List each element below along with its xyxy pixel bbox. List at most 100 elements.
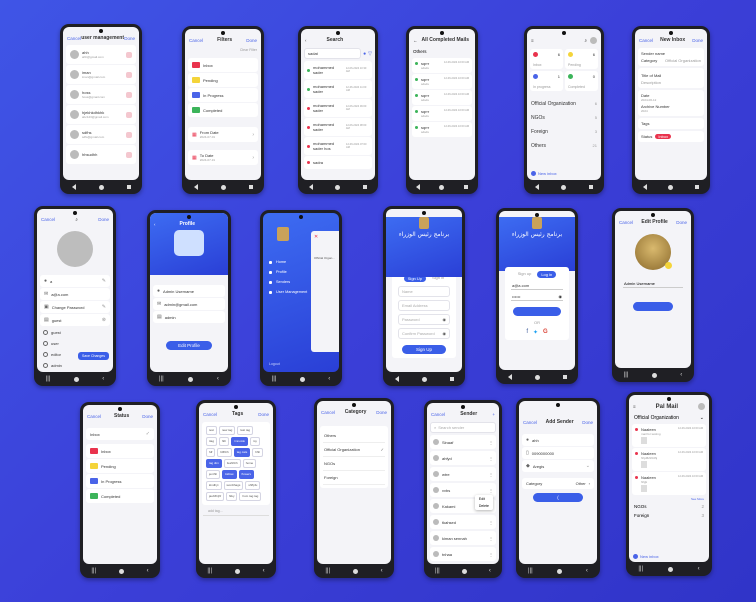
tag-chip[interactable]: shffpfu — [245, 481, 261, 490]
status-option-row[interactable]: In Progress — [86, 474, 154, 488]
home-nav-icon[interactable] — [118, 568, 124, 574]
home-nav-icon[interactable] — [561, 184, 567, 190]
delete-icon[interactable] — [126, 151, 132, 158]
mail-row[interactable]: Naaleen hhjdfkhhfdhj 12-06-2024 10:00 AM — [632, 448, 706, 471]
recents-nav-icon[interactable] — [248, 185, 253, 189]
mail-row[interactable]: sqrrr sdsds 12-06-2024 10:00 AM — [412, 58, 472, 73]
radio-icon[interactable] — [43, 352, 48, 357]
tag-chip[interactable]: home — [242, 459, 257, 468]
back-button[interactable]: ‹ — [305, 38, 307, 43]
edit-menu-item[interactable]: Edit — [479, 497, 489, 501]
search-result-row[interactable]: sadra — [304, 156, 372, 169]
role-option[interactable]: admin — [37, 360, 113, 371]
status-option-row[interactable]: Inbox — [86, 444, 154, 458]
search-result-row[interactable]: mohammed sader 12-06-2024 11:00 AM — [304, 80, 372, 98]
done-button[interactable]: Done — [98, 217, 109, 222]
more-options-icon[interactable]: ⋮ — [489, 440, 493, 445]
tag-chip[interactable]: fdf — [206, 448, 216, 457]
sender-row[interactable]: ahfyd ⋮ — [430, 451, 496, 465]
done-button[interactable]: Done — [142, 414, 153, 419]
delete-icon[interactable] — [126, 91, 132, 98]
status-filter-row[interactable]: In Progress — [188, 88, 258, 102]
avatar[interactable] — [697, 403, 705, 410]
status-tile[interactable]: 6 Inbox — [530, 49, 563, 69]
cancel-button[interactable]: Cancel — [321, 410, 335, 415]
more-options-icon[interactable]: ⋮ — [489, 472, 493, 477]
tag-chip[interactable]: fdfhhh — [217, 448, 232, 457]
home-nav-icon[interactable] — [335, 184, 341, 190]
delete-icon[interactable] — [126, 131, 132, 138]
recents-nav-icon[interactable]: ||| — [272, 376, 277, 382]
search-icon[interactable]: ⌕ — [584, 38, 587, 43]
cancel-button[interactable]: Cancel — [523, 420, 537, 425]
change-password-row[interactable]: ▣ Change Password ✎ — [40, 301, 110, 313]
tag-chip[interactable]: jaubffnjhf — [206, 492, 225, 501]
foreign-row[interactable]: Foreign 3 — [629, 511, 709, 520]
mail-row[interactable]: sqrrr sdsds 12-06-2024 10:00 AM — [412, 90, 472, 105]
clear-filter-button[interactable]: Clear Filter — [185, 46, 261, 54]
edit-profile-button[interactable]: Edit Profile — [166, 341, 212, 350]
cancel-button[interactable]: Cancel — [189, 38, 203, 43]
name-row[interactable]: ● ahh — [522, 434, 594, 446]
menu-icon[interactable]: ≡ — [633, 404, 636, 409]
category-option[interactable]: Others — [323, 429, 385, 443]
back-nav-icon[interactable]: ‹ — [381, 568, 383, 574]
user-row[interactable]: sdfhs sdfs@gmail.com — [66, 125, 136, 144]
cancel-button[interactable]: Cancel — [87, 414, 101, 419]
selected-status-row[interactable]: Inbox ✓ — [86, 428, 154, 440]
role-option[interactable]: guest — [37, 327, 113, 338]
log-in-tab[interactable]: Log in — [537, 271, 557, 278]
back-nav-icon[interactable] — [415, 184, 420, 190]
tag-chip[interactable]: ttag — [206, 437, 218, 446]
recents-nav-icon[interactable]: ||| — [325, 568, 330, 574]
eye-icon[interactable]: ◉ — [443, 317, 447, 322]
avatar[interactable] — [57, 231, 93, 267]
new-inbox-fab[interactable]: New inbox — [633, 554, 659, 559]
recents-nav-icon[interactable] — [126, 185, 131, 189]
user-row[interactable]: hjekhkdhkhk abc123@gmail.com — [66, 105, 136, 124]
back-nav-icon[interactable] — [535, 184, 540, 190]
cancel-button[interactable]: Cancel — [203, 412, 217, 417]
status-tile[interactable]: 1 In progress — [530, 71, 563, 91]
sender-row[interactable]: tkahsed ⋮ — [430, 515, 496, 529]
recents-nav-icon[interactable]: ||| — [528, 568, 533, 574]
status-card[interactable]: Status Inbox — [638, 131, 704, 142]
log-in-button[interactable] — [513, 307, 561, 316]
back-nav-icon[interactable] — [642, 184, 647, 190]
recents-nav-icon[interactable]: ||| — [624, 372, 629, 378]
home-nav-icon[interactable] — [668, 184, 674, 190]
status-tile[interactable]: 6 Pending — [565, 49, 598, 69]
home-nav-icon[interactable] — [234, 568, 240, 574]
done-button[interactable]: Done — [582, 420, 593, 425]
clear-search-icon[interactable]: ● — [363, 51, 366, 57]
eye-icon[interactable]: ◉ — [443, 331, 447, 336]
text-input[interactable]: Password ◉ — [398, 314, 450, 325]
sender-row[interactable]: tnhaa ⋮ — [430, 547, 496, 561]
tags-card[interactable]: Tags — [638, 118, 704, 129]
back-nav-icon[interactable] — [71, 184, 76, 190]
sender-card[interactable]: Sender name Category Official Organizatio… — [638, 48, 704, 66]
delete-icon[interactable] — [126, 111, 132, 118]
description-field[interactable]: Description — [641, 80, 701, 85]
back-nav-icon[interactable]: ‹ — [263, 568, 265, 574]
tag-chip[interactable]: last tag — [237, 426, 254, 435]
category-option[interactable]: NGOs — [323, 457, 385, 471]
more-options-icon[interactable]: ⋮ — [489, 552, 493, 557]
back-nav-icon[interactable] — [193, 184, 198, 190]
back-nav-icon[interactable]: ‹ — [680, 372, 682, 378]
tag-chip[interactable]: jenthh — [206, 470, 221, 479]
done-submit-button[interactable]: ( — [533, 493, 583, 502]
recents-nav-icon[interactable] — [464, 185, 469, 189]
more-options-icon[interactable]: ⋮ — [489, 536, 493, 541]
role-option[interactable]: user — [37, 338, 113, 349]
recents-nav-icon[interactable]: ||| — [638, 566, 643, 572]
back-nav-icon[interactable] — [507, 374, 512, 380]
from-date-row[interactable]: ▦ From Date 2024-07-01 › — [188, 127, 258, 142]
mail-row[interactable]: Naaleen mail for testing 12-06-2024 10:00 … — [632, 424, 706, 447]
name-row[interactable]: ● a ✎ — [40, 275, 110, 287]
tag-chip[interactable]: new tag — [218, 426, 236, 435]
tag-chip[interactable]: kindhyt — [206, 481, 222, 490]
more-options-icon[interactable]: ⋮ — [489, 456, 493, 461]
recents-nav-icon[interactable]: ||| — [159, 376, 164, 382]
delete-icon[interactable] — [126, 51, 132, 58]
